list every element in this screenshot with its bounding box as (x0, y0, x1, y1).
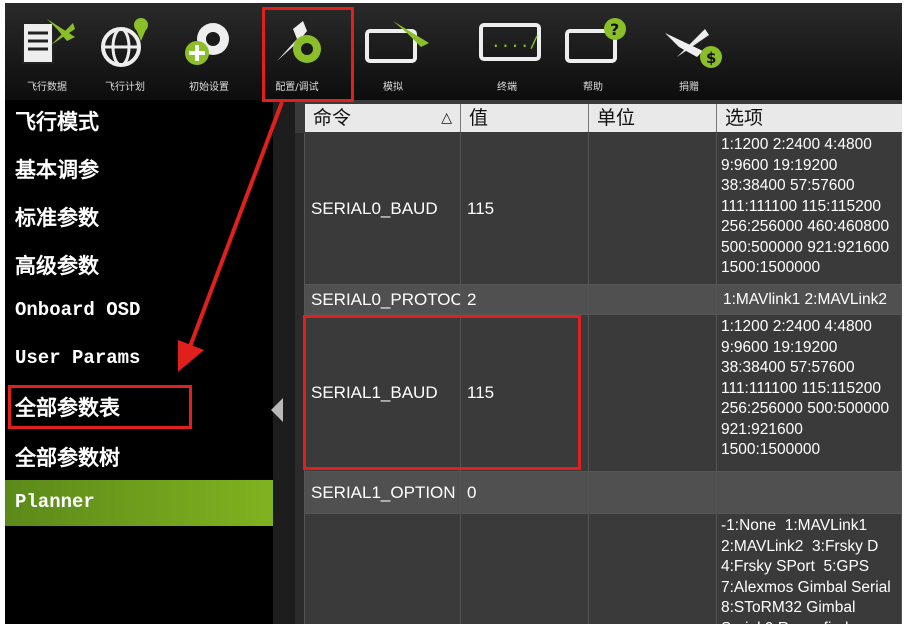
annotation-arrow-icon (178, 101, 284, 372)
